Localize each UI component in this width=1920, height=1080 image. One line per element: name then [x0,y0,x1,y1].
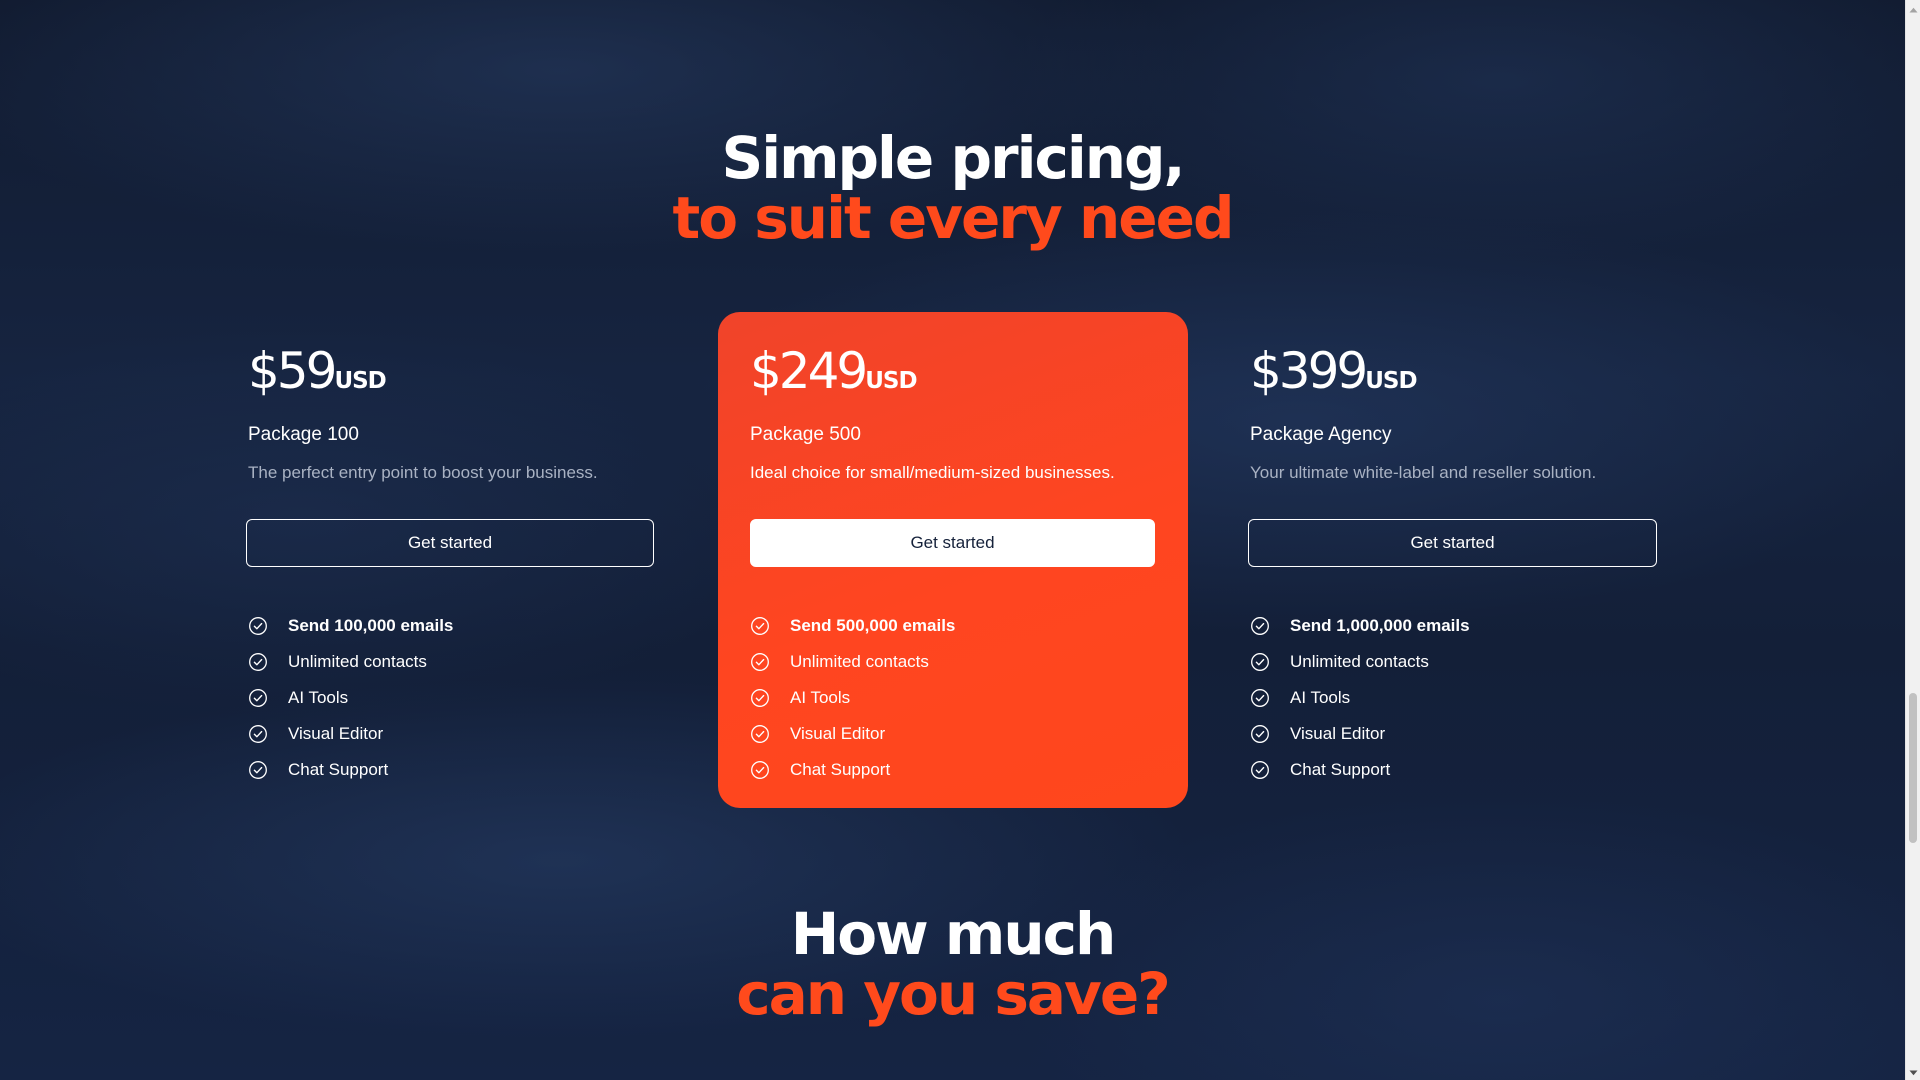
price-currency: USD [865,368,917,394]
feature-item: Chat Support [750,752,955,788]
plan-price: $399USD [1250,342,1418,400]
plan-card-package-500: $249USD Package 500 Ideal choice for sma… [718,312,1188,808]
feature-label: AI Tools [790,688,851,707]
check-circle-icon [750,616,770,636]
feature-item: Visual Editor [248,716,453,752]
check-circle-icon [248,688,268,708]
check-circle-icon [750,724,770,744]
check-circle-icon [1250,724,1270,744]
triangle-down-icon [1909,1063,1918,1080]
price-currency: USD [334,368,386,394]
plan-name: Package 100 [248,424,359,445]
plan-card-package-100: $59USD Package 100 The perfect entry poi… [216,312,686,808]
feature-label: Send 1,000,000 emails [1290,616,1470,635]
get-started-button[interactable]: Get started [1248,519,1657,567]
feature-item: Chat Support [248,752,453,788]
check-circle-icon [1250,688,1270,708]
feature-label: Visual Editor [1290,724,1386,743]
check-circle-icon [1250,616,1270,636]
pricing-heading-line2: to suit every need [672,184,1235,252]
feature-label: Send 500,000 emails [790,616,956,635]
plan-description: Your ultimate white-label and reseller s… [1250,463,1597,482]
plan-name: Package 500 [750,424,861,445]
feature-label: Visual Editor [790,724,886,743]
feature-item: Unlimited contacts [1250,644,1470,680]
feature-item: Chat Support [1250,752,1470,788]
check-circle-icon [750,760,770,780]
plan-description: The perfect entry point to boost your bu… [248,463,598,482]
check-circle-icon [750,652,770,672]
check-circle-icon [248,616,268,636]
check-circle-icon [248,760,268,780]
feature-label: Unlimited contacts [1290,652,1429,671]
pricing-heading-line1: Simple pricing, [721,124,1185,192]
scroll-up-arrow[interactable] [1906,0,1920,17]
feature-item: AI Tools [248,680,453,716]
savings-heading: How much can you save? [0,904,1905,1024]
pricing-heading: Simple pricing, to suit every need [0,128,1905,248]
price-currency: USD [1365,368,1417,394]
feature-list: Send 100,000 emails Unlimited contacts A… [248,608,453,788]
feature-item: AI Tools [750,680,955,716]
feature-label: Visual Editor [288,724,384,743]
savings-heading-line1: How much [790,900,1117,968]
feature-list: Send 500,000 emails Unlimited contacts A… [750,608,955,788]
scroll-down-arrow[interactable] [1906,1063,1920,1080]
scrollbar-thumb[interactable] [1909,693,1917,843]
plan-name: Package Agency [1250,424,1392,445]
plan-price: $59USD [248,342,387,400]
get-started-button[interactable]: Get started [246,519,654,567]
feature-item: Unlimited contacts [750,644,955,680]
feature-item: Send 100,000 emails [248,608,453,644]
check-circle-icon [248,652,268,672]
check-circle-icon [750,688,770,708]
feature-item: Visual Editor [750,716,955,752]
feature-list: Send 1,000,000 emails Unlimited contacts… [1250,608,1470,788]
feature-item: Visual Editor [1250,716,1470,752]
price-amount: $249 [750,342,868,400]
feature-label: Unlimited contacts [288,652,427,671]
plan-card-package-agency: $399USD Package Agency Your ultimate whi… [1218,312,1688,808]
feature-item: Send 1,000,000 emails [1250,608,1470,644]
feature-label: Send 100,000 emails [288,616,454,635]
check-circle-icon [248,724,268,744]
feature-item: Unlimited contacts [248,644,453,680]
price-amount: $59 [248,342,337,400]
feature-item: Send 500,000 emails [750,608,955,644]
feature-label: Chat Support [790,760,891,779]
feature-label: Chat Support [1290,760,1391,779]
get-started-button[interactable]: Get started [750,519,1155,567]
feature-item: AI Tools [1250,680,1470,716]
price-amount: $399 [1250,342,1368,400]
feature-label: Unlimited contacts [790,652,929,671]
plan-price: $249USD [750,342,918,400]
feature-label: AI Tools [288,688,349,707]
check-circle-icon [1250,760,1270,780]
feature-label: AI Tools [1290,688,1351,707]
feature-label: Chat Support [288,760,389,779]
plan-description: Ideal choice for small/medium-sized busi… [750,463,1115,482]
triangle-up-icon [1909,0,1918,18]
savings-heading-line2: can you save? [736,960,1171,1028]
vertical-scrollbar[interactable] [1905,0,1920,1080]
check-circle-icon [1250,652,1270,672]
